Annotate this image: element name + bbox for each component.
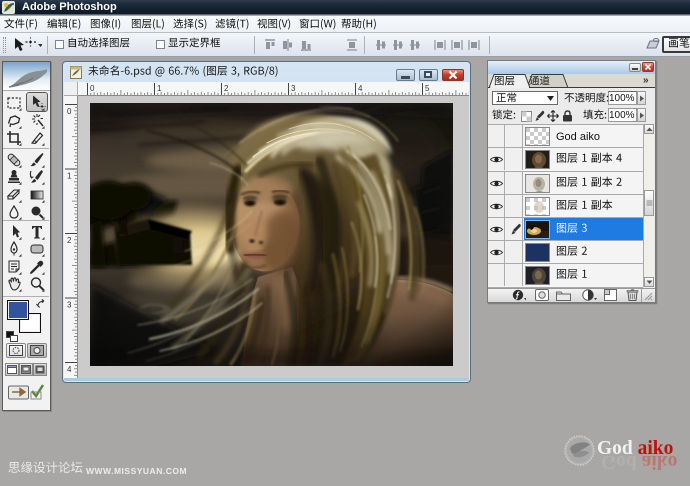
svg-text:2: 2 [67,236,72,245]
svg-text:3: 3 [291,84,296,93]
svg-text:3: 3 [67,301,72,310]
svg-text:1: 1 [157,84,162,93]
svg-text:1: 1 [67,172,72,181]
svg-text:2: 2 [224,84,229,93]
svg-text:4: 4 [67,365,72,374]
svg-text:0: 0 [90,84,95,93]
svg-text:4: 4 [358,84,363,93]
svg-text:0: 0 [67,107,72,116]
svg-text:5: 5 [425,84,430,93]
